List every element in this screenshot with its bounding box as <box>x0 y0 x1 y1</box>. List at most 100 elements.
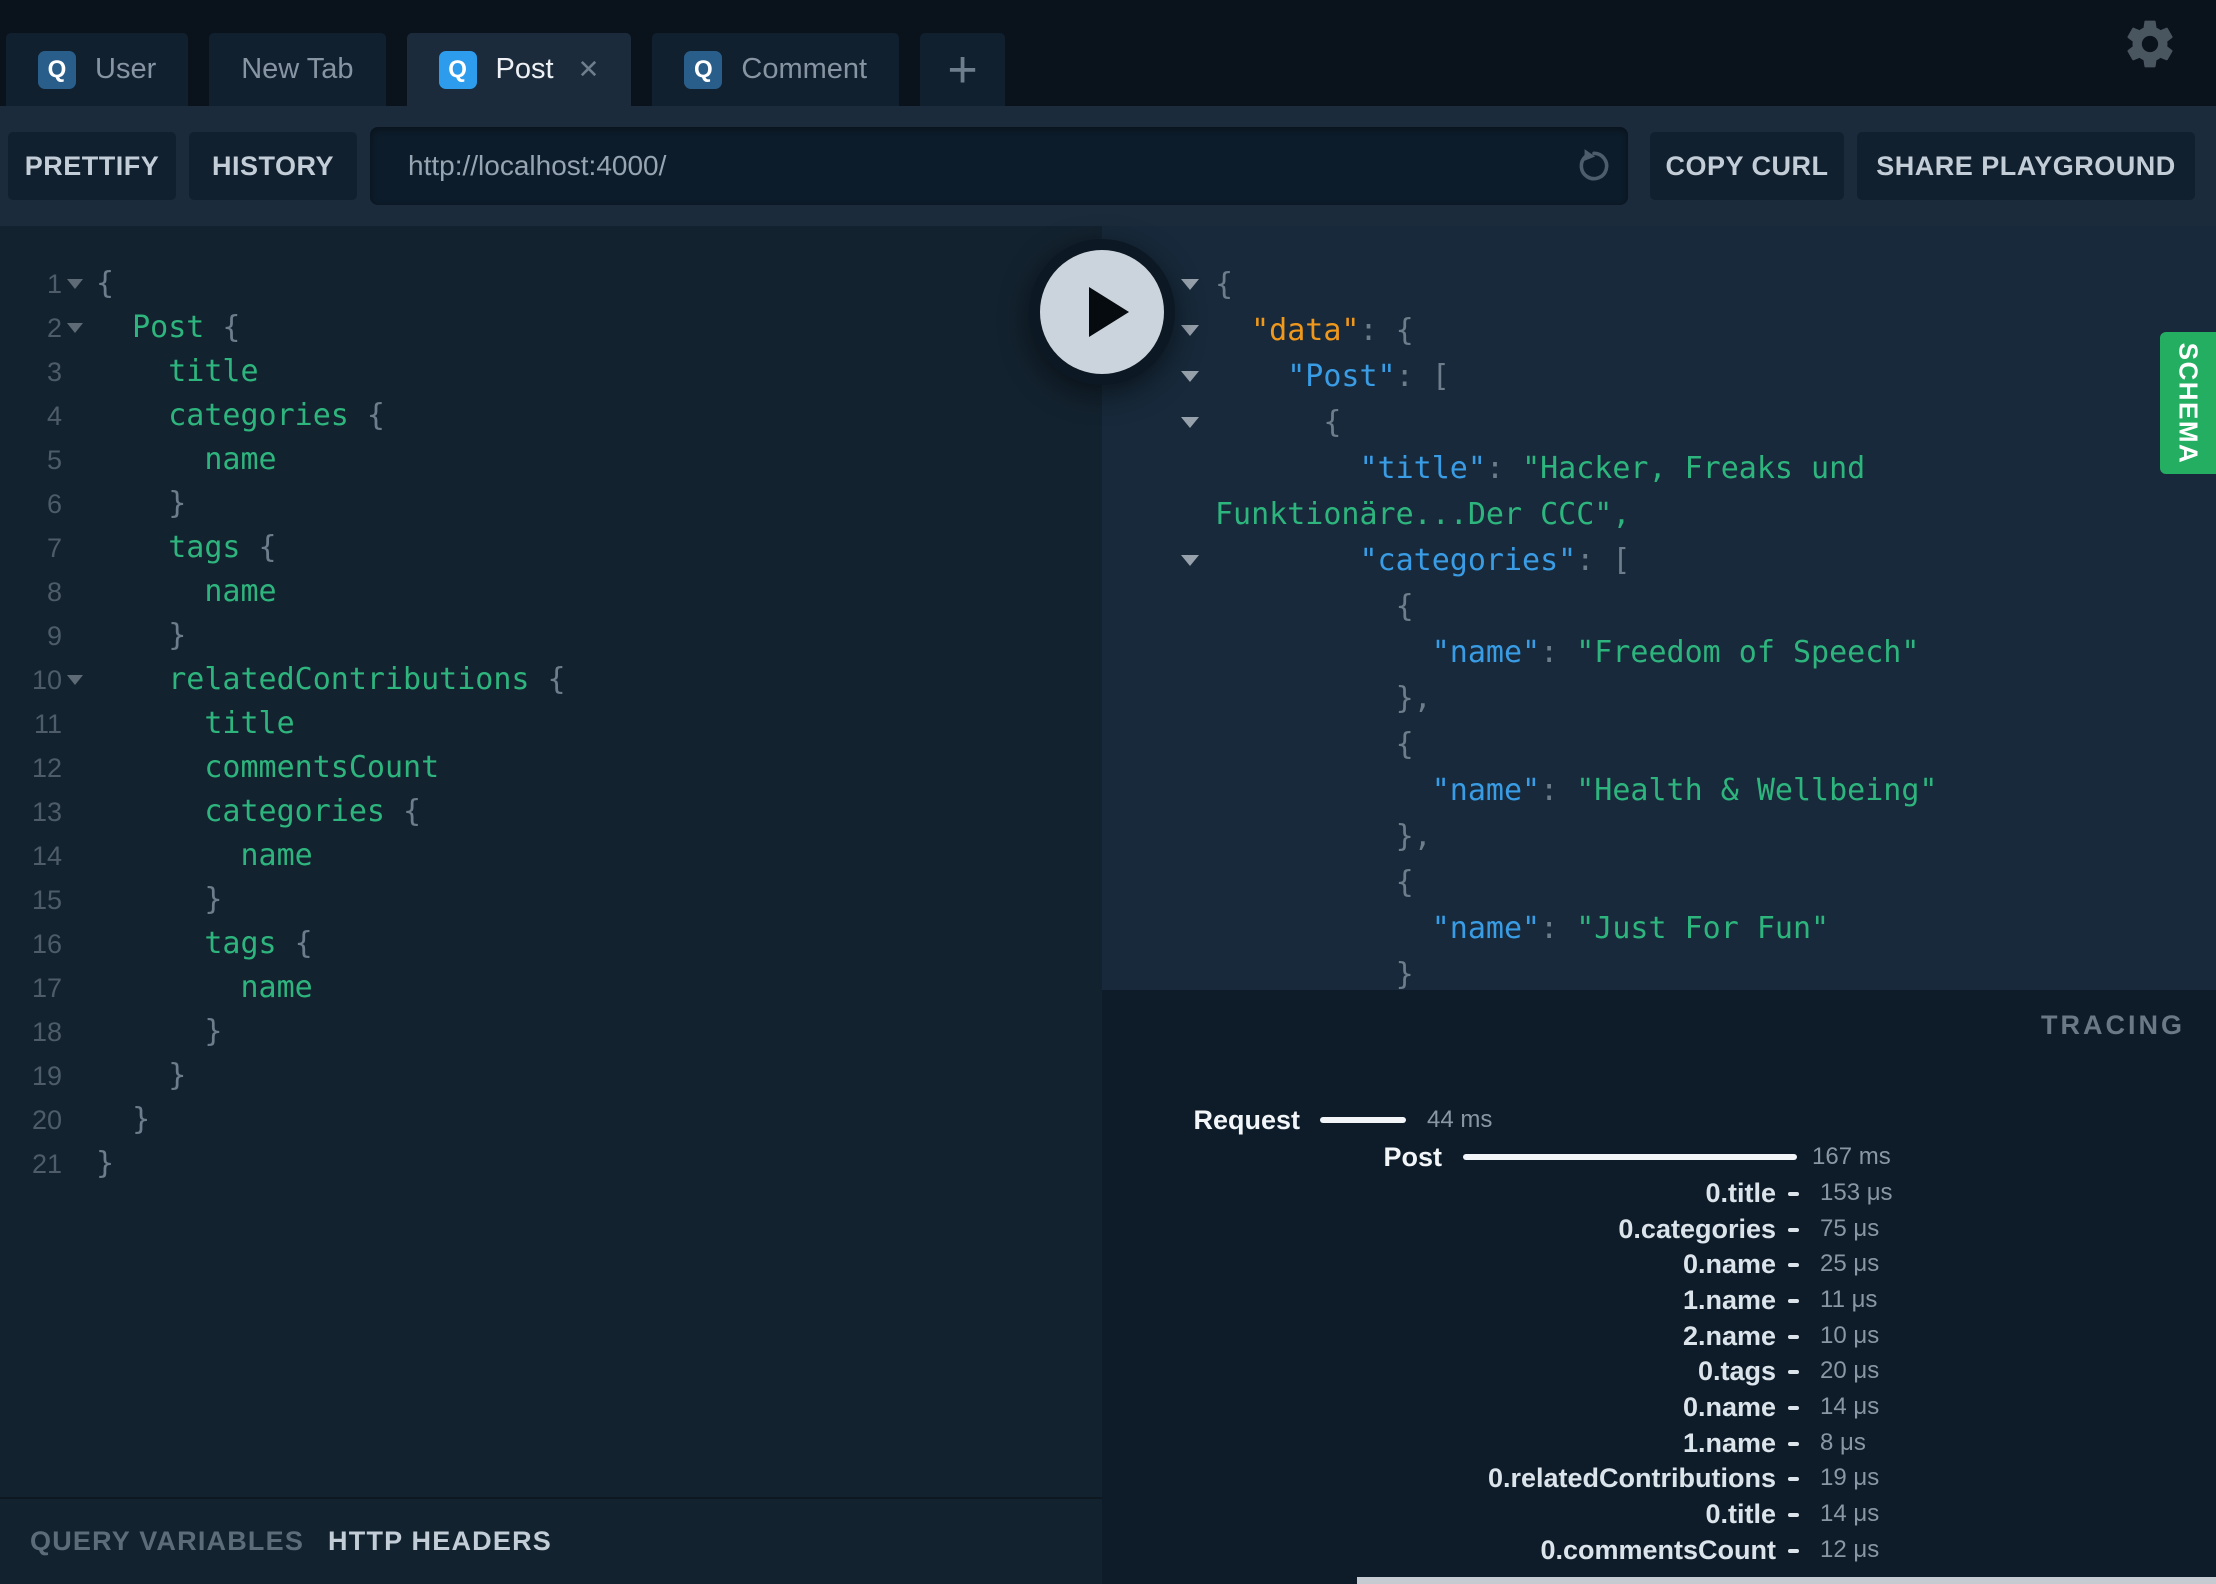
response-line: { <box>1215 267 1234 302</box>
tracing-label: Post <box>1383 1142 1442 1172</box>
tracing-label: 1.name <box>1682 1428 1776 1458</box>
tracing-dash <box>1788 1513 1799 1517</box>
execute-query-button[interactable] <box>1029 239 1175 385</box>
tracing-duration: 8 μs <box>1820 1429 1866 1456</box>
response-line: { <box>1215 727 1414 762</box>
tracing-duration: 19 μs <box>1820 1464 1880 1491</box>
tab-label: Comment <box>741 53 868 85</box>
code-line: categories { <box>204 794 422 829</box>
code-line: title <box>168 354 259 389</box>
collapse-arrow-icon[interactable] <box>1181 371 1199 382</box>
tracing-row: Request 44 ms <box>1102 1104 2216 1136</box>
toolbar: PRETTIFY HISTORY http://localhost:4000/ … <box>0 106 2216 226</box>
line-number: 18 <box>31 1017 62 1047</box>
collapse-arrow-icon[interactable] <box>1181 325 1199 336</box>
code-line: Post { <box>132 310 241 345</box>
tracing-duration: 14 μs <box>1820 1393 1880 1420</box>
collapse-arrow-icon[interactable] <box>1181 417 1199 428</box>
line-number: 11 <box>33 709 62 739</box>
query-editor-pane[interactable]: 1 2 3 4 5 6 7 8 9 10 11 12 13 14 15 16 17 18 19 20 21 { Post… <box>0 226 1102 1584</box>
tracing-label: 0.categories <box>1618 1214 1776 1244</box>
query-type-badge: Q <box>38 50 76 89</box>
new-tab-button[interactable]: + <box>920 33 1006 106</box>
code-line: } <box>96 1014 223 1049</box>
schema-tab-label: SCHEMA <box>2173 342 2204 464</box>
tracing-duration: 167 ms <box>1812 1143 1891 1170</box>
plus-icon: + <box>947 40 978 99</box>
tracing-row: Post 167 ms <box>1102 1141 2216 1173</box>
response-line: }, <box>1215 681 1432 716</box>
code-line: name <box>240 970 313 1005</box>
response-line: { <box>1215 865 1414 900</box>
tracing-dash <box>1788 1192 1799 1196</box>
bottom-scrollbar[interactable] <box>1357 1577 2216 1584</box>
play-icon <box>1089 287 1129 337</box>
tracing-row: 0.name 14 μs <box>1102 1391 2216 1423</box>
tracing-label: 0.relatedContributions <box>1487 1463 1776 1493</box>
close-tab-icon[interactable]: ✕ <box>578 54 600 85</box>
tracing-duration: 25 μs <box>1820 1250 1880 1277</box>
tracing-duration: 44 ms <box>1427 1106 1493 1133</box>
code-line: } <box>96 882 223 917</box>
tracing-row: 1.name 8 μs <box>1102 1427 2216 1459</box>
tracing-label: 0.commentsCount <box>1540 1535 1776 1565</box>
fold-arrow-icon[interactable] <box>67 279 83 289</box>
tab-post[interactable]: Q Post ✕ <box>406 33 632 106</box>
endpoint-url-input[interactable]: http://localhost:4000/ <box>370 127 1628 205</box>
response-viewer: { "data": { "Post": [ { "title": "Hacker… <box>1215 262 1937 1044</box>
query-type-badge: Q <box>438 50 477 89</box>
share-playground-button[interactable]: SHARE PLAYGROUND <box>1857 132 2195 200</box>
prettify-button[interactable]: PRETTIFY <box>8 132 176 200</box>
tab-comment[interactable]: Q Comment <box>652 33 900 106</box>
code-line: } <box>96 486 187 521</box>
line-number: 2 <box>46 313 62 343</box>
tab-label: Post <box>495 53 554 85</box>
line-number: 6 <box>46 489 62 519</box>
history-button[interactable]: HISTORY <box>189 132 357 200</box>
tracing-row: 1.name 11 μs <box>1102 1284 2216 1316</box>
collapse-arrow-icon[interactable] <box>1181 279 1199 290</box>
tracing-dash <box>1788 1335 1799 1339</box>
fold-arrow-icon[interactable] <box>67 675 83 685</box>
tracing-duration: 75 μs <box>1820 1215 1880 1242</box>
tab-user[interactable]: Q User <box>6 33 189 106</box>
line-number: 16 <box>31 929 62 959</box>
response-line: "Post": [ <box>1287 359 1450 394</box>
tracing-panel: TRACING Request 44 ms Post 167 ms 0.title 153… <box>1102 990 2216 1584</box>
code-line: } <box>96 1102 151 1137</box>
line-number: 19 <box>31 1061 62 1091</box>
tracing-label: 2.name <box>1682 1321 1776 1351</box>
tracing-header: TRACING <box>2041 1010 2185 1040</box>
query-variables-tab[interactable]: QUERY VARIABLES <box>30 1526 304 1557</box>
http-headers-tab[interactable]: HTTP HEADERS <box>328 1526 552 1557</box>
tracing-row: 2.name 10 μs <box>1102 1320 2216 1352</box>
tab-bar: Q User New Tab Q Post ✕ Q Comment + <box>0 0 2216 106</box>
tracing-dash <box>1788 1299 1799 1303</box>
response-line: "name": "Freedom of Speech" <box>1431 635 1920 670</box>
response-line: { <box>1215 405 1342 440</box>
tracing-dash <box>1788 1442 1799 1446</box>
line-number: 21 <box>31 1149 62 1179</box>
tab-list: Q User New Tab Q Post ✕ Q Comment <box>6 33 920 106</box>
fold-arrow-icon[interactable] <box>67 323 83 333</box>
tab-new-tab[interactable]: New Tab <box>209 33 386 106</box>
line-number-gutter: 1 2 3 4 5 6 7 8 9 10 11 12 13 14 15 16 17 18 19 20 21 <box>0 262 62 1186</box>
line-number: 7 <box>46 533 62 563</box>
settings-gear-icon[interactable] <box>2122 16 2178 72</box>
code-line: tags { <box>204 926 313 961</box>
query-type-badge: Q <box>684 50 723 89</box>
tab-label: New Tab <box>241 53 354 85</box>
copy-curl-button[interactable]: COPY CURL <box>1650 132 1844 200</box>
query-editor[interactable]: { Post { title categories { name } tags … <box>96 262 566 1186</box>
tracing-label: 1.name <box>1682 1285 1776 1315</box>
line-number: 14 <box>31 841 62 871</box>
tracing-dash <box>1788 1477 1799 1481</box>
collapse-arrow-icon[interactable] <box>1181 555 1199 566</box>
response-line: { <box>1215 589 1414 624</box>
tracing-row: 0.title 153 μs <box>1102 1177 2216 1209</box>
tracing-row: 0.name 25 μs <box>1102 1248 2216 1280</box>
line-number: 17 <box>31 973 62 1003</box>
schema-side-tab[interactable]: SCHEMA <box>2160 332 2216 474</box>
refresh-schema-icon[interactable] <box>1574 147 1612 185</box>
line-number: 5 <box>46 445 62 475</box>
